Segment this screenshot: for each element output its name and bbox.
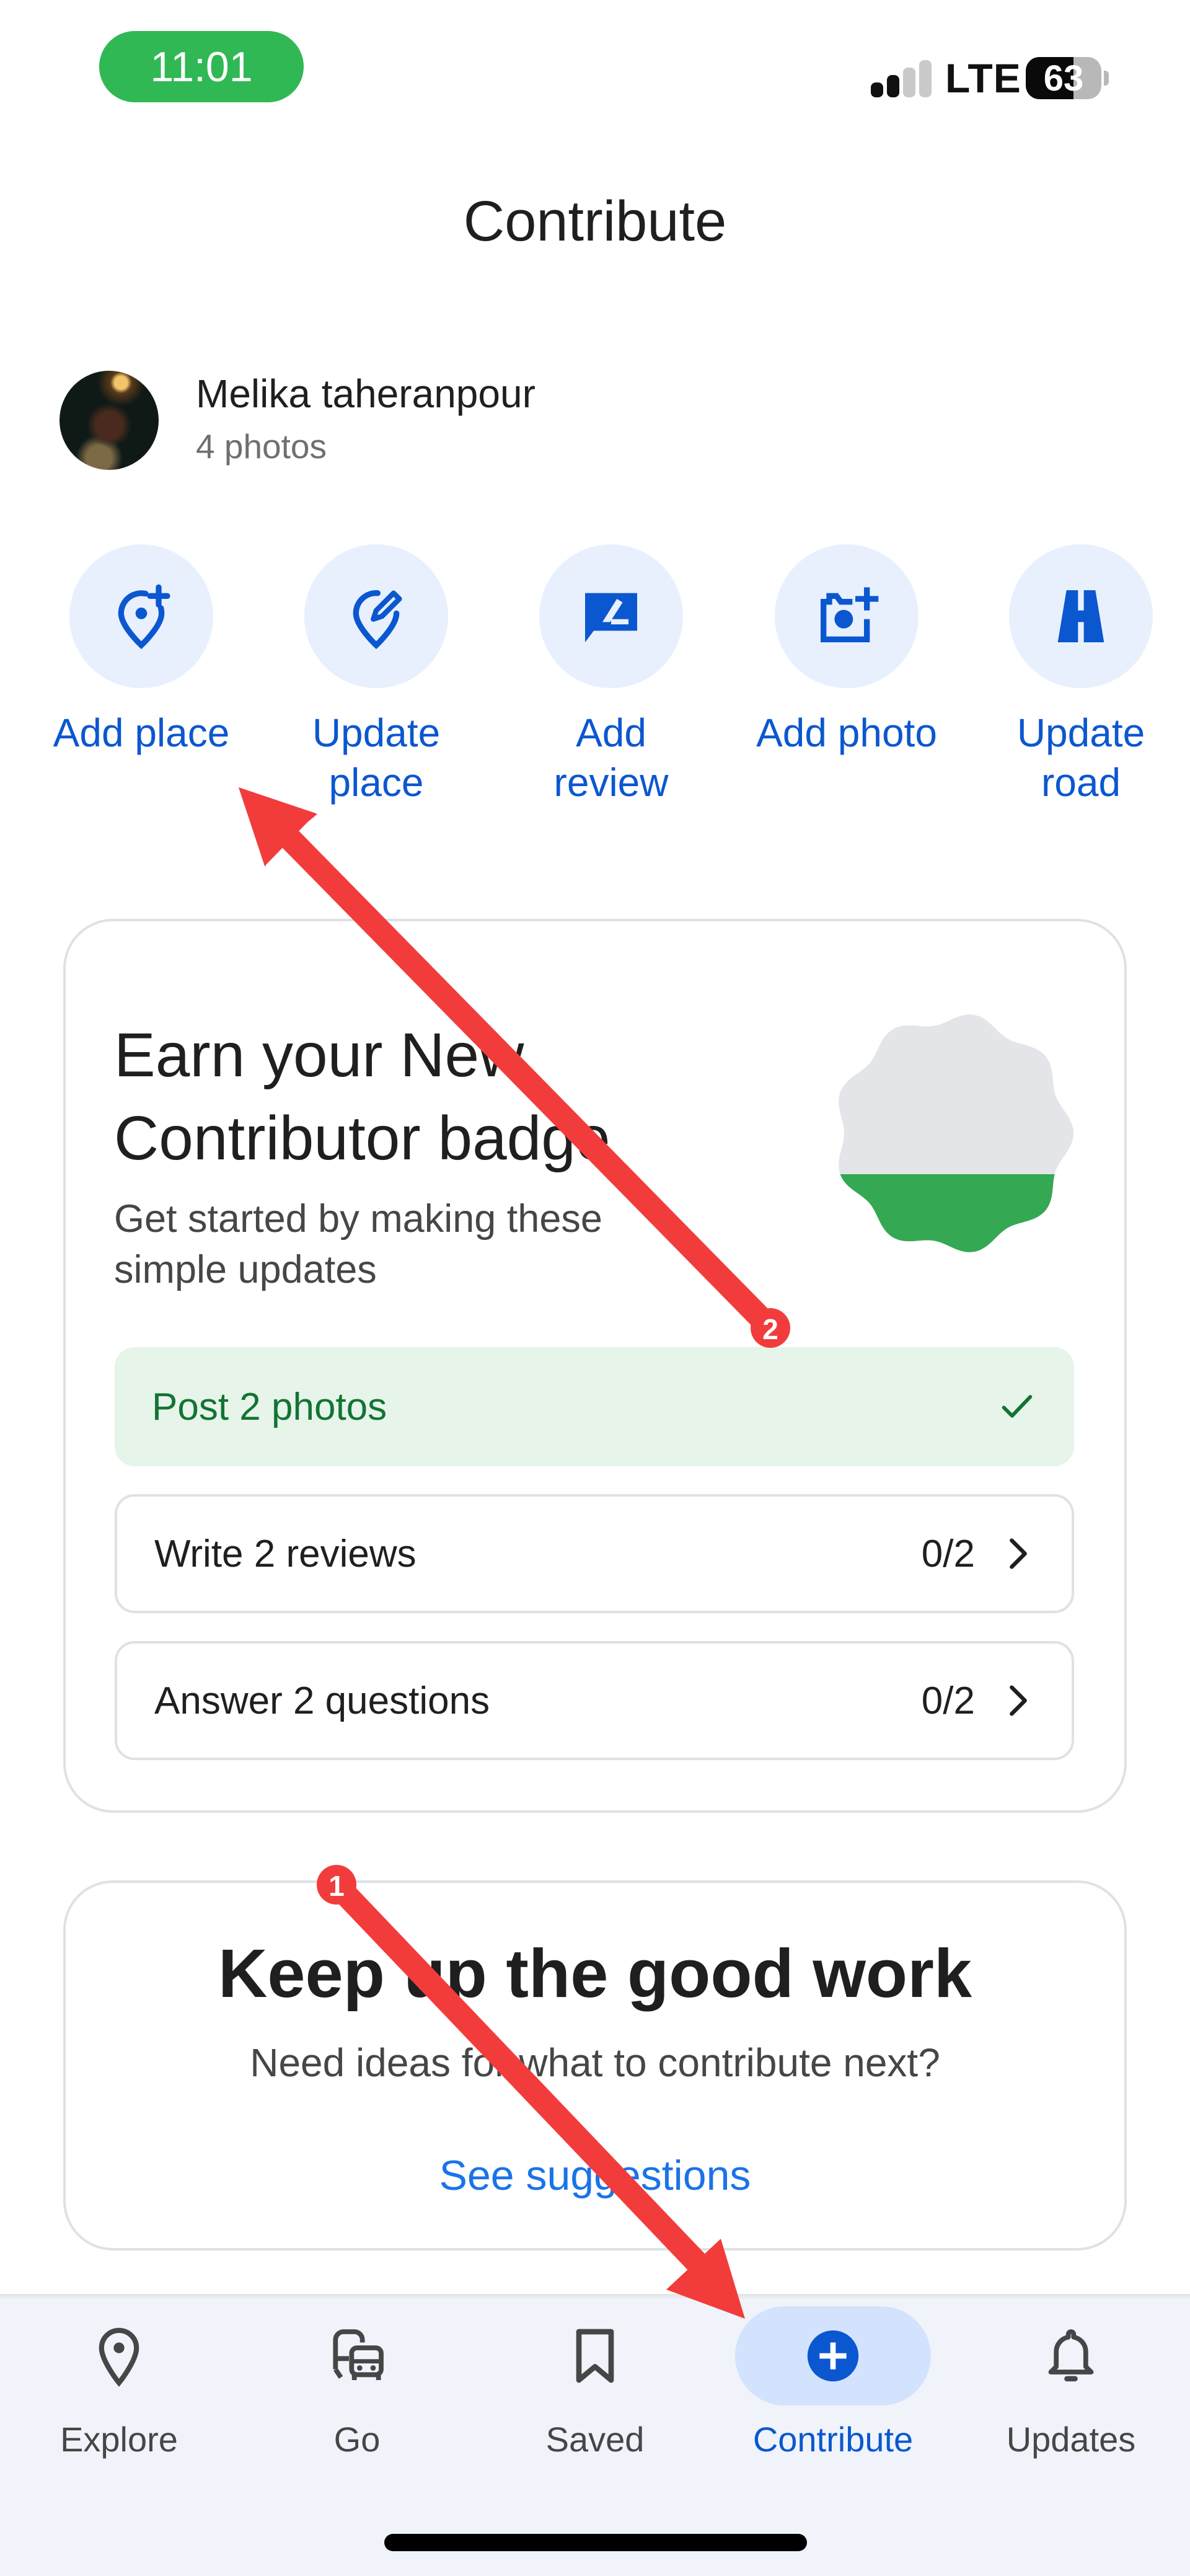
battery-percent: 63 [1043,58,1084,99]
add-review-label-line2: review [553,760,669,805]
status-time: 11:01 [99,31,304,102]
task-progress-count: 0/2 [921,1532,975,1575]
cellular-signal-icon [871,59,932,97]
add-review-label: Add review [509,708,713,807]
badge-title-line1: Earn your New [114,1020,524,1090]
location-pin-icon [99,2327,139,2387]
nav-label: Updates [1006,2420,1136,2459]
nav-label: Saved [545,2420,645,2459]
chevron-right-icon [1010,1685,1027,1716]
profile-photo-count: 4 photos [196,427,327,466]
add-review-icon [585,593,637,642]
update-road-icon-circle [1009,544,1153,688]
badge-progress-fill [839,1174,1073,1252]
update-road-icon [1057,590,1104,642]
add-photo-icon [821,587,879,642]
update-road-label-line2: road [1041,760,1121,805]
task-label: Write 2 reviews [154,1532,416,1575]
nav-icon-wrap [259,2306,455,2406]
update-place-label-line1: Update [312,710,441,755]
nav-tab-explore[interactable]: Explore [0,2306,238,2459]
task-label: Answer 2 questions [154,1679,490,1722]
battery-icon: 63 [1026,57,1101,99]
bell-icon [1048,2329,1094,2382]
badge-subtitle-line2: simple updates [114,1248,377,1291]
task-progress-count: 0/2 [921,1679,975,1722]
add-review-label-line1: Add [576,710,646,755]
add-review-icon-circle [539,544,683,688]
nav-icon-wrap [735,2306,931,2406]
add-photo-label: Add photo [756,710,937,755]
nav-label: Contribute [752,2420,914,2459]
update-road-button[interactable]: Update road [979,544,1183,807]
network-type: LTE [945,55,1021,101]
home-indicator[interactable] [384,2534,807,2551]
nav-icon-wrap [497,2306,693,2406]
add-review-button[interactable]: Add review [509,544,713,807]
badge-card-subtitle: Get started by making these simple updat… [114,1193,734,1295]
page-title: Contribute [463,190,727,253]
new-contributor-badge-icon [839,1014,1073,1252]
add-photo-icon-circle [775,544,919,688]
nav-label: Go [333,2420,381,2459]
task-write-reviews[interactable]: Write 2 reviews 0/2 [115,1494,1074,1613]
nav-tab-go[interactable]: Go [238,2306,476,2459]
update-place-label-line2: place [328,760,424,805]
add-place-icon-circle [69,544,213,688]
nav-icon-wrap [973,2306,1169,2406]
check-icon [1002,1395,1033,1418]
chevron-right-icon [1010,1538,1027,1569]
profile-name[interactable]: Melika taheranpour [196,371,536,417]
update-place-icon [353,590,402,650]
battery-nub [1104,71,1109,86]
update-road-label: Update road [979,708,1183,807]
commute-icon [333,2329,384,2380]
add-place-button[interactable]: Add place [39,544,244,758]
task-post-photos[interactable]: Post 2 photos [115,1347,1074,1466]
nav-icon-wrap [21,2306,217,2406]
nav-label: Explore [60,2420,178,2459]
badge-subtitle-line1: Get started by making these [114,1197,602,1241]
add-photo-button[interactable]: Add photo [744,544,949,758]
update-place-icon-circle [304,544,448,688]
see-suggestions-link-row: See suggestions [0,2151,1190,2200]
badge-card-title: Earn your New Contributor badge [114,1014,796,1180]
nav-tab-saved[interactable]: Saved [476,2306,714,2459]
update-place-button[interactable]: Update place [274,544,478,807]
avatar[interactable] [60,371,159,470]
see-suggestions-link[interactable]: See suggestions [439,2152,751,2199]
update-place-label: Update place [274,708,478,807]
badge-title-line2: Contributor badge [114,1104,610,1173]
suggestions-card-title: Keep up the good work [218,1936,972,2012]
add-place-icon [118,584,170,650]
add-place-label: Add place [53,710,230,755]
update-road-label-line1: Update [1016,710,1145,755]
bookmark-icon [576,2329,614,2383]
suggestions-card-subtitle: Need ideas for what to contribute next? [250,2040,940,2085]
nav-tab-contribute[interactable]: Contribute [714,2306,952,2459]
task-answer-questions[interactable]: Answer 2 questions 0/2 [115,1641,1074,1760]
task-label: Post 2 photos [152,1385,387,1428]
add-circle-icon [807,2330,859,2382]
nav-tab-updates[interactable]: Updates [952,2306,1190,2459]
